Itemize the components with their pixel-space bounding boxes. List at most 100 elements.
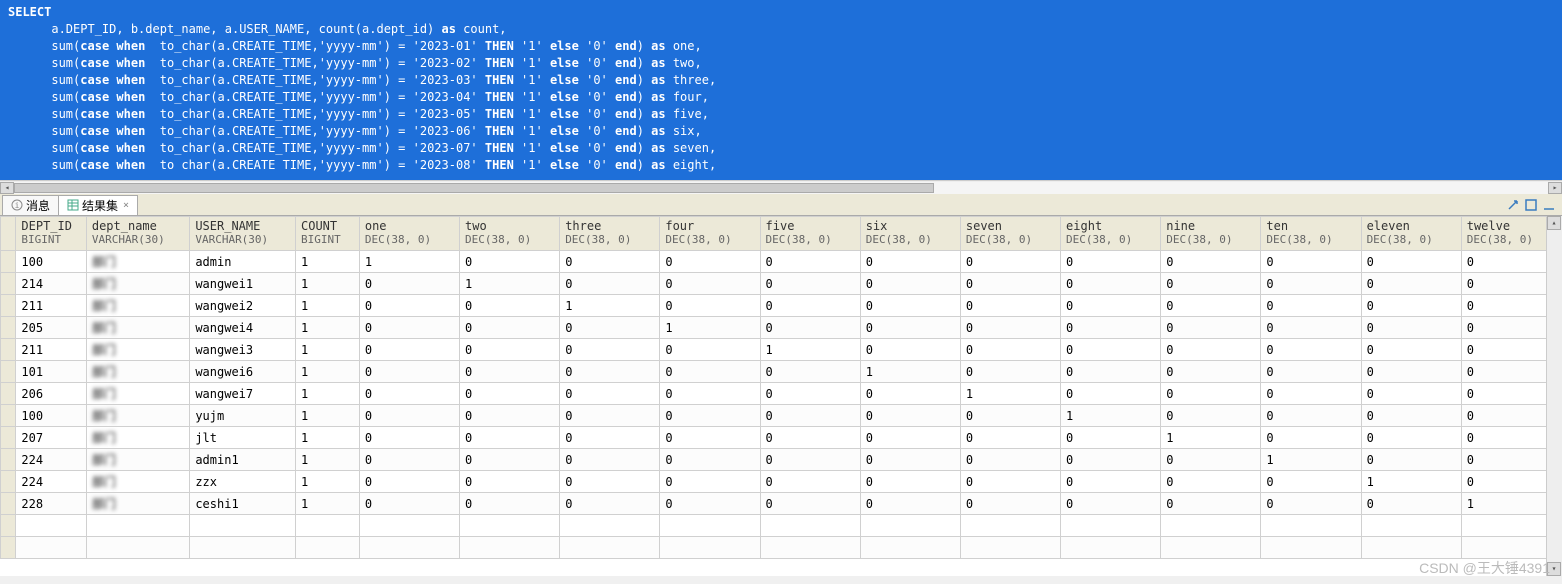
cell[interactable]: 0	[1261, 471, 1361, 493]
cell[interactable]: 228	[16, 493, 86, 515]
cell[interactable]: 0	[660, 427, 760, 449]
cell[interactable]: 0	[359, 383, 459, 405]
minimize-icon[interactable]	[1542, 198, 1556, 212]
cell[interactable]: 1	[1361, 471, 1461, 493]
sql-editor[interactable]: SELECT a.DEPT_ID, b.dept_name, a.USER_NA…	[0, 0, 1562, 180]
cell[interactable]: 0	[359, 493, 459, 515]
cell[interactable]: 部门	[86, 383, 189, 405]
column-header-three[interactable]: threeDEC(38, 0)	[560, 217, 660, 251]
cell[interactable]: 224	[16, 471, 86, 493]
cell[interactable]: 0	[660, 449, 760, 471]
cell[interactable]: 1	[296, 405, 360, 427]
cell[interactable]: 1	[560, 295, 660, 317]
cell[interactable]: 0	[460, 339, 560, 361]
cell[interactable]: 0	[760, 317, 860, 339]
cell[interactable]: 0	[1061, 317, 1161, 339]
cell[interactable]: 1	[296, 449, 360, 471]
cell[interactable]: 0	[359, 295, 459, 317]
table-row[interactable]: 101部门wangwei61000001000000	[1, 361, 1562, 383]
cell[interactable]: 0	[1261, 427, 1361, 449]
cell[interactable]: 0	[760, 449, 860, 471]
column-header-eleven[interactable]: elevenDEC(38, 0)	[1361, 217, 1461, 251]
cell[interactable]: jlt	[190, 427, 296, 449]
cell[interactable]: 0	[860, 471, 960, 493]
cell[interactable]: yujm	[190, 405, 296, 427]
cell[interactable]: 0	[1061, 493, 1161, 515]
column-header-nine[interactable]: nineDEC(38, 0)	[1161, 217, 1261, 251]
cell[interactable]: 0	[660, 273, 760, 295]
cell[interactable]: 0	[1061, 449, 1161, 471]
table-row[interactable]: 211部门wangwei31000010000000	[1, 339, 1562, 361]
cell[interactable]: 0	[1261, 339, 1361, 361]
cell[interactable]: 0	[1161, 471, 1261, 493]
cell[interactable]: 0	[1361, 427, 1461, 449]
cell[interactable]: 0	[1261, 493, 1361, 515]
cell[interactable]: 部门	[86, 405, 189, 427]
cell[interactable]: 0	[860, 339, 960, 361]
cell[interactable]: 0	[960, 427, 1060, 449]
cell[interactable]: 0	[460, 295, 560, 317]
cell[interactable]: 1	[359, 251, 459, 273]
cell[interactable]: 0	[460, 383, 560, 405]
cell[interactable]: 1	[460, 273, 560, 295]
cell[interactable]: 部门	[86, 471, 189, 493]
cell[interactable]: wangwei2	[190, 295, 296, 317]
cell[interactable]: 0	[660, 493, 760, 515]
cell[interactable]: 0	[960, 317, 1060, 339]
column-header-one[interactable]: oneDEC(38, 0)	[359, 217, 459, 251]
column-header-seven[interactable]: sevenDEC(38, 0)	[960, 217, 1060, 251]
cell[interactable]: 0	[1361, 449, 1461, 471]
cell[interactable]: 0	[960, 361, 1060, 383]
cell[interactable]: 1	[296, 471, 360, 493]
cell[interactable]: 0	[660, 405, 760, 427]
cell[interactable]: 0	[359, 361, 459, 383]
cell[interactable]: 0	[960, 493, 1060, 515]
cell[interactable]: 206	[16, 383, 86, 405]
cell[interactable]: 部门	[86, 273, 189, 295]
cell[interactable]: 0	[359, 317, 459, 339]
cell[interactable]: 0	[560, 405, 660, 427]
cell[interactable]: 1	[860, 361, 960, 383]
cell[interactable]: 0	[560, 317, 660, 339]
close-icon[interactable]: ⨯	[123, 200, 129, 211]
cell[interactable]: admin1	[190, 449, 296, 471]
cell[interactable]: wangwei4	[190, 317, 296, 339]
cell[interactable]: 0	[860, 273, 960, 295]
cell[interactable]: 0	[960, 449, 1060, 471]
cell[interactable]: 0	[860, 493, 960, 515]
cell[interactable]: 1	[296, 361, 360, 383]
cell[interactable]: 0	[760, 493, 860, 515]
cell[interactable]: 0	[860, 405, 960, 427]
cell[interactable]: 部门	[86, 339, 189, 361]
cell[interactable]: 0	[359, 405, 459, 427]
cell[interactable]: 0	[1361, 295, 1461, 317]
grid-vscrollbar[interactable]: ▴ ▾	[1546, 216, 1562, 576]
cell[interactable]: admin	[190, 251, 296, 273]
column-header-ten[interactable]: tenDEC(38, 0)	[1261, 217, 1361, 251]
cell[interactable]: 1	[960, 383, 1060, 405]
cell[interactable]: 0	[1161, 493, 1261, 515]
cell[interactable]: 部门	[86, 449, 189, 471]
cell[interactable]: 214	[16, 273, 86, 295]
tab-结果集[interactable]: 结果集⨯	[58, 195, 138, 215]
cell[interactable]: 0	[1261, 383, 1361, 405]
cell[interactable]: 0	[960, 273, 1060, 295]
cell[interactable]: 0	[760, 405, 860, 427]
pin-icon[interactable]	[1506, 198, 1520, 212]
cell[interactable]: 0	[359, 471, 459, 493]
cell[interactable]: 207	[16, 427, 86, 449]
tab-消息[interactable]: i消息	[2, 195, 59, 215]
cell[interactable]: 0	[860, 449, 960, 471]
cell[interactable]: 100	[16, 405, 86, 427]
cell[interactable]: 1	[1261, 449, 1361, 471]
cell[interactable]: 0	[1061, 273, 1161, 295]
cell[interactable]: 224	[16, 449, 86, 471]
cell[interactable]: wangwei6	[190, 361, 296, 383]
cell[interactable]: 0	[560, 339, 660, 361]
cell[interactable]: 0	[460, 251, 560, 273]
editor-hscrollbar[interactable]: ◂ ▸	[0, 180, 1562, 194]
table-row[interactable]: 228部门ceshi11000000000001	[1, 493, 1562, 515]
cell[interactable]: 205	[16, 317, 86, 339]
column-header-eight[interactable]: eightDEC(38, 0)	[1061, 217, 1161, 251]
cell[interactable]: 0	[359, 273, 459, 295]
